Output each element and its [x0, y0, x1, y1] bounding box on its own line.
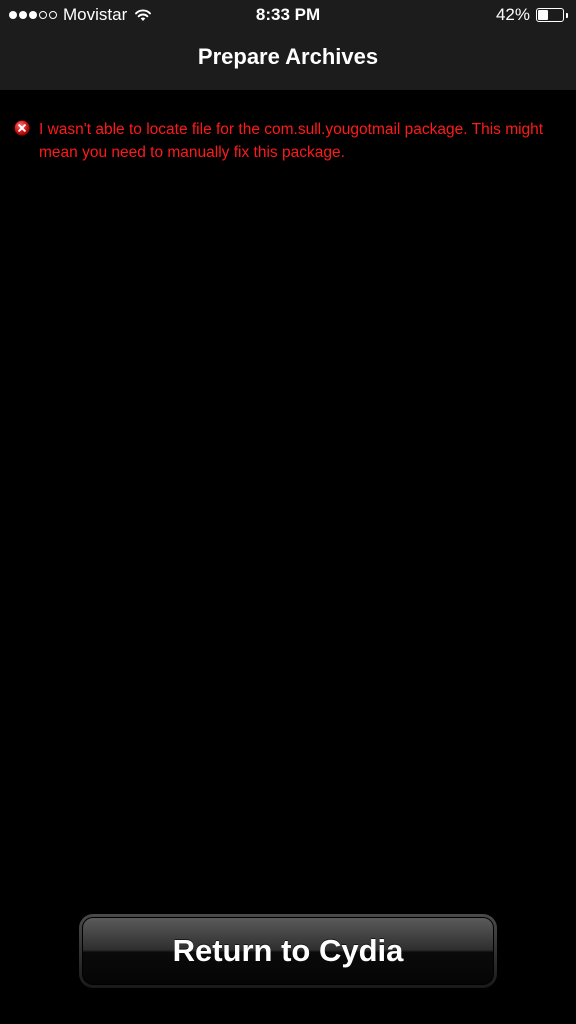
status-right: 42% — [495, 5, 568, 25]
return-button-frame: Return to Cydia — [79, 914, 497, 988]
clock: 8:33 PM — [255, 5, 321, 24]
error-x-icon — [14, 120, 30, 136]
status-bar: Movistar 8:33 PM 42% — [0, 0, 576, 30]
battery-nub — [565, 12, 568, 18]
page-title: Prepare Archives — [197, 44, 379, 69]
navigation-bar: Movistar 8:33 PM 42% Prepare Archives — [0, 0, 576, 90]
battery-icon — [536, 8, 568, 22]
error-text: I wasn't able to locate file for the com… — [39, 121, 544, 161]
error-message-row: I wasn't able to locate file for the com… — [14, 118, 554, 164]
battery-level-fill — [538, 10, 549, 20]
battery-percent: 42% — [495, 5, 530, 24]
return-to-cydia-button[interactable]: Return to Cydia — [82, 917, 494, 985]
